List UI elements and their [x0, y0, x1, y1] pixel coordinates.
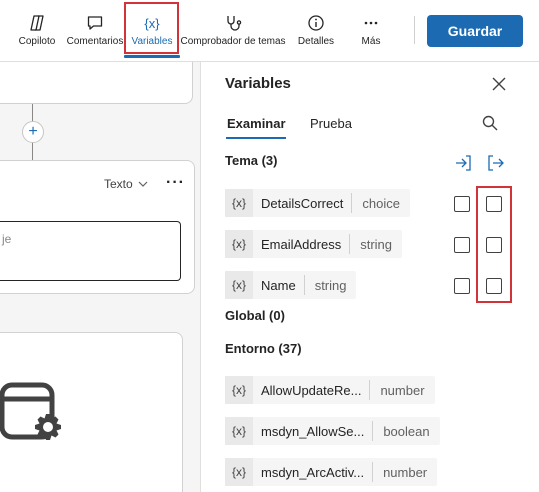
format-dropdown-value: Texto	[104, 177, 133, 191]
plus-icon: +	[28, 123, 38, 140]
web-settings-icon	[0, 382, 61, 440]
arrow-into-icon[interactable]	[453, 153, 473, 173]
toolbar-topic-checker-button[interactable]: Comprobador de temas	[180, 0, 286, 60]
variable-chip-env[interactable]: {x} msdyn_AllowSe... boolean	[225, 417, 440, 445]
comment-icon	[86, 13, 104, 33]
format-dropdown[interactable]: Texto	[104, 177, 149, 191]
variable-badge: {x}	[225, 417, 253, 445]
message-input-text: je	[2, 232, 12, 246]
section-environment: Entorno (37)	[225, 341, 302, 356]
variable-type: string	[360, 236, 392, 252]
close-icon[interactable]	[489, 74, 509, 94]
variable-name: msdyn_AllowSe...	[261, 423, 365, 439]
highlight-box-output-checkboxes	[476, 186, 512, 303]
variable-type: choice	[362, 195, 400, 211]
chevron-down-icon	[138, 181, 148, 187]
variable-name: Name	[261, 277, 296, 293]
variable-chip-detailscorrect[interactable]: {x} DetailsCorrect choice	[225, 189, 410, 217]
node-card-top	[0, 62, 193, 104]
message-input[interactable]: je	[0, 221, 181, 281]
variable-chip-name[interactable]: {x} Name string	[225, 271, 357, 299]
stethoscope-icon	[224, 13, 242, 33]
variable-type: number	[383, 464, 428, 480]
tab-prueba[interactable]: Prueba	[310, 116, 352, 131]
add-node-button[interactable]: +	[22, 121, 44, 143]
toolbar-more-label: Más	[361, 36, 381, 47]
checkbox-emailaddress-in[interactable]	[454, 237, 470, 253]
variable-badge: {x}	[225, 376, 253, 404]
panel-title: Variables	[225, 75, 291, 92]
variable-badge: {x}	[225, 230, 253, 258]
variable-name: EmailAddress	[261, 236, 342, 252]
toolbar-more-button[interactable]: Más	[356, 0, 386, 60]
variable-badge: {x}	[225, 458, 253, 486]
authoring-canvas: + Texto ··· je	[0, 62, 200, 492]
toolbar-comments-button[interactable]: Comentarios	[64, 0, 126, 60]
toolbar-copilot-label: Copiloto	[18, 36, 56, 47]
top-toolbar: Copiloto Comentarios {x} Variables Compr…	[0, 0, 539, 62]
toolbar-details-button[interactable]: Detalles	[294, 0, 338, 60]
app-root: Copiloto Comentarios {x} Variables Compr…	[0, 0, 539, 492]
section-topic: Tema (3)	[225, 153, 278, 168]
variable-name: AllowUpdateRe...	[261, 382, 362, 398]
toolbar-details-label: Detalles	[297, 36, 335, 47]
variables-panel: Variables Examinar Prueba Tema (3) {x} D…	[200, 62, 539, 492]
variable-name: DetailsCorrect	[261, 195, 344, 211]
variable-badge: {x}	[225, 189, 253, 217]
copilot-icon	[28, 13, 46, 33]
toolbar-comments-label: Comentarios	[66, 36, 124, 47]
variable-name: msdyn_ArcActiv...	[261, 464, 365, 480]
variable-type: string	[314, 277, 347, 293]
arrow-out-icon[interactable]	[486, 153, 506, 173]
checkbox-name-in[interactable]	[454, 278, 470, 294]
checkbox-detailscorrect-in[interactable]	[454, 196, 470, 212]
section-global: Global (0)	[225, 308, 285, 323]
variable-badge: {x}	[225, 271, 253, 299]
variable-type: number	[380, 382, 425, 398]
more-icon	[362, 13, 380, 33]
variable-chip-emailaddress[interactable]: {x} EmailAddress string	[225, 230, 402, 258]
node-more-button[interactable]: ···	[166, 174, 185, 192]
info-icon	[307, 13, 325, 33]
active-tab-indicator	[124, 55, 180, 58]
search-icon[interactable]	[481, 114, 499, 132]
save-button[interactable]: Guardar	[427, 15, 523, 47]
highlight-box-variables	[124, 2, 179, 54]
toolbar-divider	[414, 16, 415, 44]
active-tab-underline	[226, 137, 286, 139]
toolbar-topic-checker-label: Comprobador de temas	[180, 36, 286, 47]
variable-chip-env[interactable]: {x} msdyn_ArcActiv... number	[225, 458, 438, 486]
tab-examinar[interactable]: Examinar	[227, 116, 286, 131]
variable-chip-env[interactable]: {x} AllowUpdateRe... number	[225, 376, 435, 404]
toolbar-copilot-button[interactable]: Copiloto	[14, 0, 60, 60]
variable-type: boolean	[383, 423, 430, 439]
